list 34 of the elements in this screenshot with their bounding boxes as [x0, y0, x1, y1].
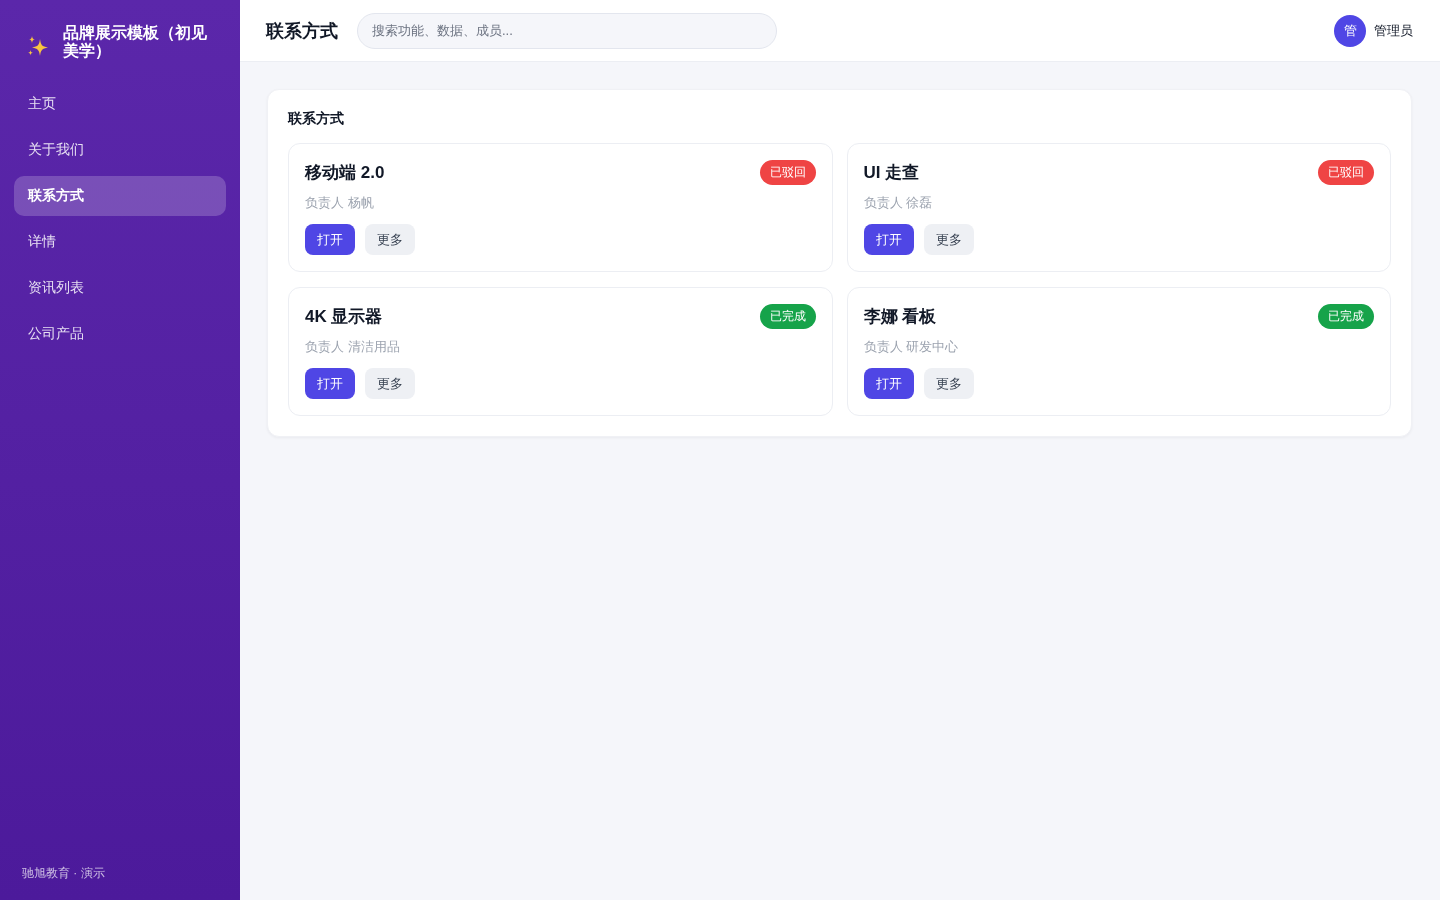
status-badge: 已完成: [1318, 304, 1374, 329]
card-title: UI 走查: [863, 162, 920, 184]
card-owner: 负责人 清洁用品: [305, 338, 401, 356]
more-button[interactable]: 更多: [365, 224, 415, 255]
card-title: 移动端 2.0: [305, 162, 385, 184]
user-name: 管理员: [1374, 21, 1413, 40]
sidebar-item[interactable]: 公司产品: [14, 314, 226, 354]
card-owner: 负责人 研发中心: [863, 338, 960, 356]
open-button[interactable]: 打开: [305, 224, 355, 255]
status-badge: 已完成: [759, 304, 816, 329]
more-button[interactable]: 更多: [923, 368, 974, 399]
card-title: 李娜 看板: [863, 306, 937, 328]
sidebar-footer: 驰旭教育 · 演示: [14, 865, 226, 882]
sidebar-item[interactable]: 关于我们: [14, 130, 226, 170]
more-button[interactable]: 更多: [365, 368, 415, 399]
brand-title: 品牌展示模板（初见美学）: [63, 24, 208, 60]
sidebar-item[interactable]: 资讯列表: [14, 268, 226, 308]
sidebar-item[interactable]: 联系方式: [14, 176, 226, 216]
sparkle-icon: [27, 36, 49, 58]
open-button[interactable]: 打开: [863, 224, 914, 255]
open-button[interactable]: 打开: [305, 368, 355, 399]
user-avatar[interactable]: 管: [1334, 14, 1366, 47]
sidebar-item[interactable]: 详情: [14, 222, 226, 262]
sidebar-item[interactable]: 主页: [14, 84, 226, 124]
more-button[interactable]: 更多: [923, 224, 974, 255]
card-title: 4K 显示器: [305, 306, 383, 328]
open-button[interactable]: 打开: [863, 368, 914, 399]
panel-title: 联系方式: [288, 110, 345, 128]
card-owner: 负责人 徐磊: [863, 194, 934, 212]
search-field[interactable]: 搜索功能、数据、成员...: [357, 12, 777, 49]
status-badge: 已驳回: [759, 160, 816, 185]
page-title: 联系方式: [266, 19, 338, 43]
status-badge: 已驳回: [1318, 160, 1374, 185]
card-owner: 负责人 杨帆: [305, 194, 375, 212]
